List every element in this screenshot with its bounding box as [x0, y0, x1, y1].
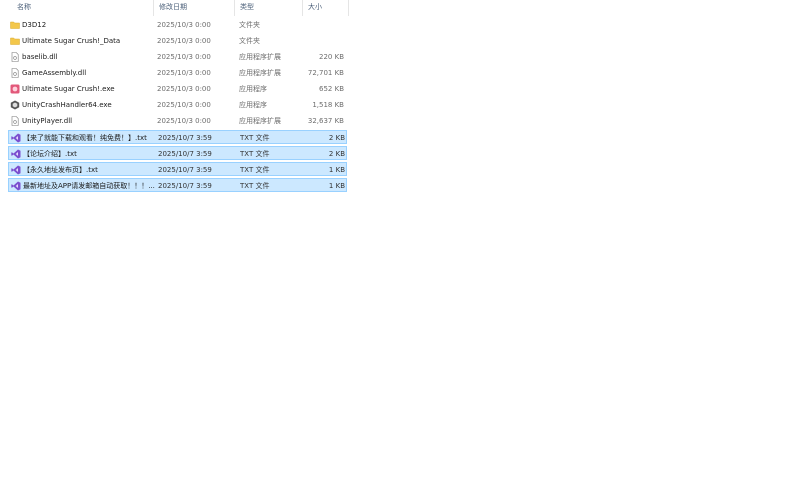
file-row[interactable]: UnityPlayer.dll 2025/10/3 0:00 应用程序扩展 32,63…: [8, 114, 347, 128]
file-name: 【来了就能下载和观看！纯免费！】.txt: [23, 134, 147, 142]
file-size: [298, 34, 344, 48]
column-header-size[interactable]: 大小: [303, 0, 349, 16]
dll-file-icon: [10, 52, 20, 62]
file-type: TXT 文件: [240, 134, 270, 142]
folder-icon: [10, 36, 20, 46]
file-type: TXT 文件: [240, 150, 270, 158]
file-name: UnityPlayer.dll: [22, 117, 73, 125]
file-row[interactable]: 【来了就能下载和观看！纯免费！】.txt 2025/10/7 3:59 TXT 文件…: [8, 130, 347, 144]
file-date: 2025/10/7 3:59: [158, 166, 212, 174]
file-date: 2025/10/7 3:59: [158, 182, 212, 190]
file-row[interactable]: 最新地址及APP请发邮箱自动获取！！！... 2025/10/7 3:59 TXT …: [8, 178, 347, 192]
file-type: 应用程序扩展: [239, 69, 281, 77]
file-size: 2 KB: [328, 134, 345, 142]
file-type: TXT 文件: [240, 166, 270, 174]
file-size: 1,518 KB: [312, 101, 344, 109]
column-header-name[interactable]: 名称: [12, 0, 154, 16]
dll-file-icon: [10, 68, 20, 78]
column-header-type[interactable]: 类型: [235, 0, 303, 16]
file-row[interactable]: UnityCrashHandler64.exe 2025/10/3 0:00 应用程…: [8, 98, 347, 112]
file-name: D3D12: [22, 21, 47, 29]
dll-file-icon: [10, 116, 20, 126]
file-date: 2025/10/3 0:00: [157, 101, 211, 109]
file-name: baselib.dll: [22, 53, 58, 61]
file-size: 1 KB: [328, 182, 345, 190]
file-type: 应用程序: [239, 85, 267, 93]
file-size: 32,637 KB: [307, 117, 344, 125]
file-row[interactable]: 【永久地址发布页】.txt 2025/10/7 3:59 TXT 文件 1 KB: [8, 162, 347, 176]
file-type: 文件夹: [239, 37, 260, 45]
file-row[interactable]: D3D12 2025/10/3 0:00 文件夹: [8, 18, 347, 32]
file-name: 【永久地址发布页】.txt: [23, 166, 98, 174]
file-date: 2025/10/3 0:00: [157, 37, 211, 45]
column-header: ^ 名称 修改日期 类型 大小: [0, 0, 349, 16]
file-type: 应用程序扩展: [239, 53, 281, 61]
file-type: 应用程序扩展: [239, 117, 281, 125]
game-exe-icon: [10, 84, 20, 94]
file-date: 2025/10/3 0:00: [157, 85, 211, 93]
file-size: 652 KB: [319, 85, 344, 93]
file-type: TXT 文件: [240, 182, 270, 190]
visual-studio-txt-icon: [11, 181, 21, 191]
visual-studio-txt-icon: [11, 165, 21, 175]
file-name: 【论坛介绍】.txt: [23, 150, 77, 158]
file-name: Ultimate Sugar Crush!.exe: [22, 85, 115, 93]
file-name: UnityCrashHandler64.exe: [22, 101, 112, 109]
column-header-date[interactable]: 修改日期: [154, 0, 235, 16]
file-row[interactable]: GameAssembly.dll 2025/10/3 0:00 应用程序扩展 72,7…: [8, 66, 347, 80]
file-name: 最新地址及APP请发邮箱自动获取！！！...: [23, 182, 155, 190]
file-name: Ultimate Sugar Crush!_Data: [22, 37, 121, 45]
file-row[interactable]: Ultimate Sugar Crush!.exe 2025/10/3 0:00 应…: [8, 82, 347, 96]
file-size: 1 KB: [328, 166, 345, 174]
file-size: 2 KB: [328, 150, 345, 158]
file-row[interactable]: 【论坛介绍】.txt 2025/10/7 3:59 TXT 文件 2 KB: [8, 146, 347, 160]
file-type: 文件夹: [239, 21, 260, 29]
file-row[interactable]: Ultimate Sugar Crush!_Data 2025/10/3 0:00…: [8, 34, 347, 48]
file-date: 2025/10/3 0:00: [157, 53, 211, 61]
file-date: 2025/10/3 0:00: [157, 117, 211, 125]
file-row[interactable]: baselib.dll 2025/10/3 0:00 应用程序扩展 220 KB: [8, 50, 347, 64]
unity-exe-icon: [10, 100, 20, 110]
file-date: 2025/10/7 3:59: [158, 134, 212, 142]
file-size: [298, 18, 344, 32]
file-name: GameAssembly.dll: [22, 69, 87, 77]
file-date: 2025/10/3 0:00: [157, 69, 211, 77]
file-date: 2025/10/7 3:59: [158, 150, 212, 158]
file-size: 220 KB: [319, 53, 344, 61]
file-type: 应用程序: [239, 101, 267, 109]
file-size: 72,701 KB: [307, 69, 344, 77]
file-date: 2025/10/3 0:00: [157, 21, 211, 29]
visual-studio-txt-icon: [11, 149, 21, 159]
visual-studio-txt-icon: [11, 133, 21, 143]
folder-icon: [10, 20, 20, 30]
